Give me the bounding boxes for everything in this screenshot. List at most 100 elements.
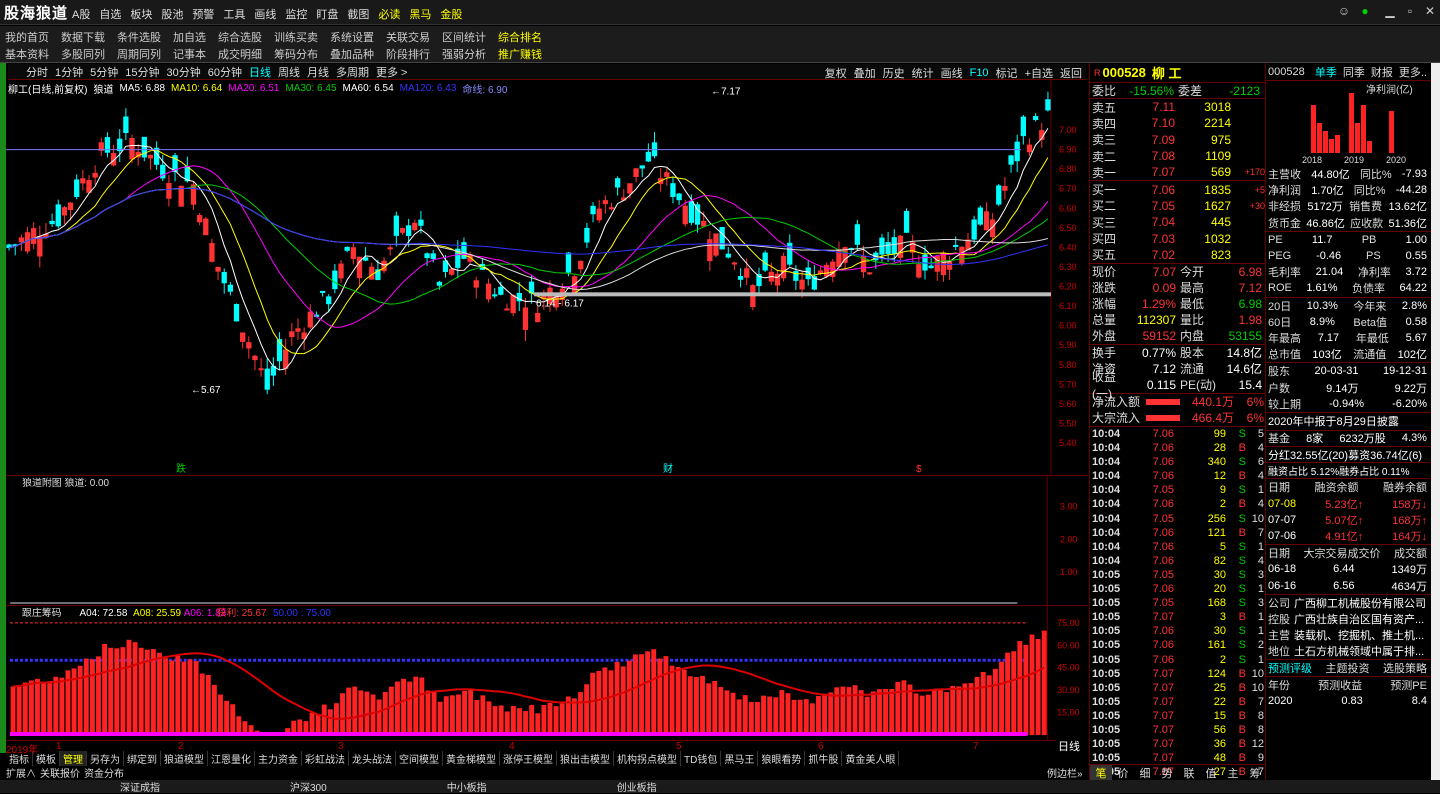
top-menu-item[interactable]: 工具	[223, 6, 245, 22]
chart-tool-button[interactable]: F10	[970, 67, 989, 79]
index-cyb[interactable]: 创业板指	[617, 779, 657, 794]
toolbar-item[interactable]: 叠加品种	[330, 46, 374, 62]
candlestick-chart[interactable]: 7.00 6.90 6.80 6.70 6.60 6.50 6.40 6.30 6.20 6.10…	[6, 80, 1088, 475]
chart-tool-button[interactable]: 历史	[883, 65, 905, 81]
tick-list[interactable]: 10:04 7.06 99 S 5 10:04 7.06 28 B 4 10:04 7.06 340 S 6…	[1090, 427, 1265, 779]
wechat-icon[interactable]: ●	[1355, 2, 1375, 20]
period-tab[interactable]: 60分钟	[208, 64, 242, 80]
toolbar-item[interactable]: 综合选股	[218, 29, 262, 45]
indicator-subchart[interactable]: 3.00 2.00 1.00 狼道附图 狼道: 0.00	[6, 475, 1088, 605]
quote-tab[interactable]: 势	[1156, 765, 1178, 781]
quote-tab[interactable]: 笔	[1090, 764, 1112, 781]
quote-tab[interactable]: 细	[1134, 765, 1156, 781]
top-menu-item[interactable]: 股池	[161, 6, 183, 22]
index-hs300[interactable]: 沪深300	[290, 779, 327, 794]
indicator-tab[interactable]: 黄金梯模型	[443, 750, 500, 766]
indicator-tab[interactable]: 江恩量化	[208, 750, 255, 766]
chart-tool-button[interactable]: 标记	[996, 65, 1018, 81]
close-button[interactable]: ✕	[1420, 2, 1440, 20]
index-zxb[interactable]: 中小板指	[447, 779, 487, 794]
chart-tool-button[interactable]: 画线	[941, 65, 963, 81]
toolbar-item[interactable]: 系统设置	[330, 29, 374, 45]
chart-tool-button[interactable]: +自选	[1025, 65, 1053, 81]
indicator-tab[interactable]: TD钱包	[681, 750, 722, 766]
period-tab[interactable]: 30分钟	[167, 64, 201, 80]
user-icon[interactable]: ☺	[1334, 2, 1354, 20]
index-sz[interactable]: 深证成指	[120, 779, 160, 794]
top-menu-item[interactable]: A股	[72, 6, 90, 22]
extend-tab[interactable]: 关联报价	[40, 765, 80, 780]
period-tab[interactable]: 日线	[249, 64, 271, 80]
indicator-tab[interactable]: 黄金美人眼	[842, 750, 900, 766]
toolbar-item[interactable]: 训练买卖	[274, 29, 318, 45]
extend-tab[interactable]: 资金分布	[84, 765, 124, 780]
indicator-tab[interactable]: 管理	[60, 750, 87, 766]
chip-chart[interactable]: 75.00 60.00 45.00 30.00 15.00 跟庄筹码 A04: 72.58 A…	[6, 605, 1088, 740]
indicator-tab[interactable]: 狼眼看势	[758, 750, 806, 766]
f10-bottom-tab[interactable]: 选股策略	[1383, 660, 1427, 676]
quote-tab[interactable]: 联	[1178, 765, 1200, 781]
indicator-tab[interactable]: 指标	[6, 750, 33, 766]
toolbar-item[interactable]: 记事本	[173, 46, 206, 62]
toolbar-item[interactable]: 筹码分布	[274, 46, 318, 62]
top-menu-item[interactable]: 画线	[254, 6, 276, 22]
top-menu-item[interactable]: 监控	[285, 6, 307, 22]
right-scroll-strip[interactable]	[1431, 63, 1440, 780]
period-tab[interactable]: 月线	[307, 64, 329, 80]
toolbar-item[interactable]: 加自选	[173, 29, 206, 45]
toolbar-item[interactable]: 基本资料	[5, 46, 49, 62]
chart-tool-button[interactable]: 叠加	[854, 65, 876, 81]
minimize-button[interactable]: ▁	[1380, 2, 1400, 20]
toolbar-item[interactable]: 强弱分析	[442, 46, 486, 62]
period-tab[interactable]: 多周期	[336, 64, 369, 80]
indicator-tab[interactable]: 涨停王模型	[500, 750, 557, 766]
indicator-tab[interactable]: 龙头战法	[349, 750, 396, 766]
toolbar-item[interactable]: 周期同列	[117, 46, 161, 62]
toolbar-item[interactable]: 关联交易	[386, 29, 430, 45]
top-menu-item[interactable]: 必读	[378, 6, 400, 22]
chart-tool-button[interactable]: 复权	[825, 65, 847, 81]
f10-tab[interactable]: 同季	[1343, 64, 1365, 80]
quote-tab[interactable]: 筹	[1244, 765, 1266, 781]
indicator-tab[interactable]: 机构拐点模型	[614, 750, 681, 766]
indicator-tab[interactable]: 狼道模型	[161, 750, 208, 766]
toolbar-item[interactable]: 成交明细	[218, 46, 262, 62]
period-tab[interactable]: 1分钟	[55, 64, 83, 80]
indicator-tab[interactable]: 黑马王	[721, 750, 759, 766]
top-menu-item[interactable]: 盯盘	[316, 6, 338, 22]
f10-bottom-tab[interactable]: 主题投资	[1326, 660, 1370, 676]
top-menu-item[interactable]: 金股	[440, 6, 462, 22]
toolbar-item[interactable]: 推广赚钱	[498, 46, 542, 62]
indicator-tab[interactable]: 模板	[33, 750, 60, 766]
indicator-tab[interactable]: 另存为	[87, 750, 124, 766]
indicator-tab[interactable]: 狼出击模型	[557, 750, 614, 766]
top-menu-item[interactable]: 自选	[99, 6, 121, 22]
quote-tab[interactable]: 价	[1112, 765, 1134, 781]
toolbar-item[interactable]: 阶段排行	[386, 46, 430, 62]
chart-tool-button[interactable]: 统计	[912, 65, 934, 81]
period-tab[interactable]: 分时	[26, 64, 48, 80]
period-tab[interactable]: 更多 >	[376, 64, 407, 80]
top-menu-item[interactable]: 黑马	[409, 6, 431, 22]
indicator-tab[interactable]: 空间模型	[396, 750, 443, 766]
chart-tool-button[interactable]: 返回	[1060, 65, 1082, 81]
quote-tab[interactable]: 主	[1222, 765, 1244, 781]
indicator-tab[interactable]: 绑定到	[124, 750, 161, 766]
top-menu-item[interactable]: 预警	[192, 6, 214, 22]
indicator-tab[interactable]: 主力资金	[255, 750, 302, 766]
extend-tab[interactable]: 扩展∧	[6, 765, 36, 780]
top-menu-item[interactable]: 截图	[347, 6, 369, 22]
period-tab[interactable]: 5分钟	[90, 64, 118, 80]
f10-bottom-tab[interactable]: 预测评级	[1268, 660, 1312, 676]
toolbar-item[interactable]: 多股同列	[61, 46, 105, 62]
toolbar-item[interactable]: 综合排名	[498, 29, 542, 45]
period-tab[interactable]: 周线	[278, 64, 300, 80]
maximize-button[interactable]: ▫	[1400, 2, 1420, 20]
toolbar-item[interactable]: 区间统计	[442, 29, 486, 45]
f10-tab[interactable]: 财报	[1371, 64, 1393, 80]
f10-tab[interactable]: 单季	[1315, 64, 1337, 80]
side-toggle[interactable]: 例边栏»	[1047, 765, 1083, 780]
indicator-tab[interactable]: 抓牛股	[805, 750, 843, 766]
f10-tab[interactable]: 更多..	[1399, 64, 1427, 80]
toolbar-item[interactable]: 我的首页	[5, 29, 49, 45]
